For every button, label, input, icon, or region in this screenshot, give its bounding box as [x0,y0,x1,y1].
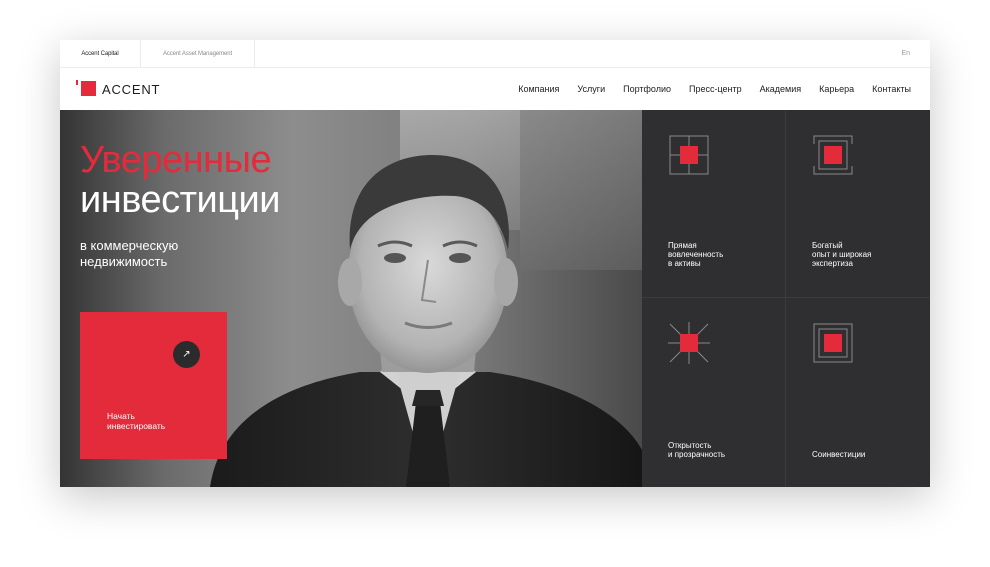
nav-item-company[interactable]: Компания [518,84,559,94]
hero-subtitle: в коммерческую недвижимость [80,238,260,270]
hero-headline-accent: Уверенные [80,139,272,181]
nav-item-press-center[interactable]: Пресс-центр [689,84,742,94]
nav-item-academy[interactable]: Академия [760,84,802,94]
burst-square-icon [668,322,710,364]
cta-label-line: Начать [107,411,135,421]
nav-item-contacts[interactable]: Контакты [872,84,911,94]
nav-item-services[interactable]: Услуги [577,84,605,94]
nested-square-icon [813,323,853,363]
feature-label-line: вовлеченность [668,250,724,259]
feature-label-line: Прямая [668,241,697,250]
main-nav: Компания Услуги Портфолио Пресс-центр Ак… [518,68,911,110]
feature-label-line: Богатый [812,241,843,250]
hero-subtitle-line: недвижимость [80,254,168,269]
browser-page: Accent Capital Accent Asset Management E… [60,40,930,487]
start-investing-button[interactable]: ↗ Начать инвестировать [80,312,227,459]
logo[interactable]: ACCENT [76,80,160,98]
feature-label: Открытость и прозрачность [668,441,778,459]
feature-direct-involvement[interactable]: Прямая вовлеченность в активы [642,110,786,298]
nav-item-career[interactable]: Карьера [819,84,854,94]
feature-label-line: Открытость [668,441,712,450]
features-panel: Прямая вовлеченность в активы Богатый оп… [642,110,930,487]
feature-label-line: экспертиза [812,259,853,268]
hero-section: Уверенные инвестиции в коммерческую недв… [60,110,642,487]
feature-label-line: Соинвестиции [812,450,866,459]
crosshair-square-icon [669,135,709,175]
tab-accent-asset-management[interactable]: Accent Asset Management [140,40,255,68]
logo-text: ACCENT [102,81,161,97]
feature-label: Соинвестиции [812,450,922,459]
top-bar: Accent Capital Accent Asset Management E… [60,40,930,68]
arrow-up-right-icon: ↗ [173,341,200,368]
cta-label: Начать инвестировать [107,411,207,431]
feature-label-line: в активы [668,259,701,268]
feature-label-line: и прозрачность [668,450,726,459]
feature-rich-experience[interactable]: Богатый опыт и широкая экспертиза [786,110,930,298]
framed-square-icon [813,135,853,175]
feature-label: Богатый опыт и широкая экспертиза [812,241,922,268]
tab-accent-capital[interactable]: Accent Capital [60,40,140,68]
hero-subtitle-line: в коммерческую [80,238,179,253]
nav-item-portfolio[interactable]: Портфолио [623,84,671,94]
feature-transparency[interactable]: Открытость и прозрачность [642,298,786,486]
language-switch[interactable]: En [901,40,910,68]
logo-mark-icon [76,80,96,98]
hero-headline: инвестиции [80,179,280,221]
feature-co-investment[interactable]: Соинвестиции [786,298,930,486]
cta-label-line: инвестировать [107,421,166,431]
feature-label: Прямая вовлеченность в активы [668,241,778,268]
site-header: ACCENT Компания Услуги Портфолио Пресс-ц… [60,68,930,110]
feature-label-line: опыт и широкая [812,250,872,259]
